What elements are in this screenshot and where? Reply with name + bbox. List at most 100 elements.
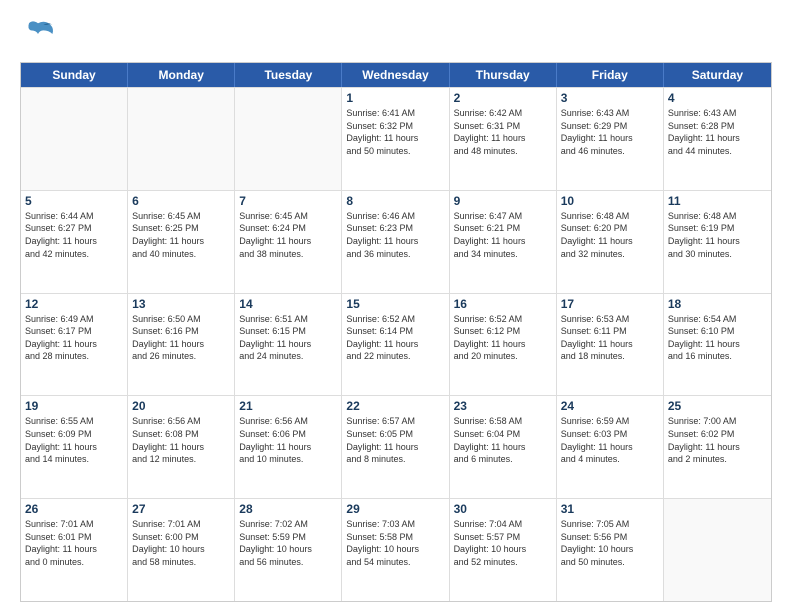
day-info: Sunrise: 6:46 AM Sunset: 6:23 PM Dayligh… <box>346 210 444 260</box>
day-number: 13 <box>132 297 230 311</box>
day-info: Sunrise: 7:04 AM Sunset: 5:57 PM Dayligh… <box>454 518 552 568</box>
day-cell-1: 1Sunrise: 6:41 AM Sunset: 6:32 PM Daylig… <box>342 88 449 190</box>
day-cell-2: 2Sunrise: 6:42 AM Sunset: 6:31 PM Daylig… <box>450 88 557 190</box>
day-cell-18: 18 Sunrise: 6:54 AM Sunset: 6:10 PM Dayli… <box>664 294 771 396</box>
day-number: 10 <box>561 194 659 208</box>
day-cell-28: 28 Sunrise: 7:02 AM Sunset: 5:59 PM Dayli… <box>235 499 342 601</box>
weekday-header-sunday: Sunday <box>21 63 128 87</box>
day-cell-9: 9 Sunrise: 6:47 AM Sunset: 6:21 PM Daylig… <box>450 191 557 293</box>
day-cell-4: 4 Sunrise: 6:43 AM Sunset: 6:28 PM Daylig… <box>664 88 771 190</box>
day-number: 2 <box>454 91 552 105</box>
day-cell-23: 23 Sunrise: 6:58 AM Sunset: 6:04 PM Dayli… <box>450 396 557 498</box>
day-cell-24: 24Sunrise: 6:59 AM Sunset: 6:03 PM Dayli… <box>557 396 664 498</box>
day-number: 9 <box>454 194 552 208</box>
week-row-2: 5Sunrise: 6:44 AM Sunset: 6:27 PM Daylig… <box>21 190 771 293</box>
day-info: Sunrise: 6:51 AM Sunset: 6:15 PM Dayligh… <box>239 313 337 363</box>
day-number: 5 <box>25 194 123 208</box>
day-number: 23 <box>454 399 552 413</box>
day-number: 29 <box>346 502 444 516</box>
day-number: 17 <box>561 297 659 311</box>
day-info: Sunrise: 6:52 AM Sunset: 6:14 PM Dayligh… <box>346 313 444 363</box>
day-cell-3: 3 Sunrise: 6:43 AM Sunset: 6:29 PM Daylig… <box>557 88 664 190</box>
day-cell-21: 21Sunrise: 6:56 AM Sunset: 6:06 PM Dayli… <box>235 396 342 498</box>
day-cell-13: 13 Sunrise: 6:50 AM Sunset: 6:16 PM Dayli… <box>128 294 235 396</box>
calendar-body: 1Sunrise: 6:41 AM Sunset: 6:32 PM Daylig… <box>21 87 771 601</box>
day-number: 14 <box>239 297 337 311</box>
day-info: Sunrise: 6:52 AM Sunset: 6:12 PM Dayligh… <box>454 313 552 363</box>
day-cell-29: 29 Sunrise: 7:03 AM Sunset: 5:58 PM Dayli… <box>342 499 449 601</box>
day-cell-25: 25 Sunrise: 7:00 AM Sunset: 6:02 PM Dayli… <box>664 396 771 498</box>
day-info: Sunrise: 6:56 AM Sunset: 6:08 PM Dayligh… <box>132 415 230 465</box>
weekday-header-monday: Monday <box>128 63 235 87</box>
calendar-header: SundayMondayTuesdayWednesdayThursdayFrid… <box>21 63 771 87</box>
week-row-3: 12 Sunrise: 6:49 AM Sunset: 6:17 PM Dayli… <box>21 293 771 396</box>
day-info: Sunrise: 6:48 AM Sunset: 6:19 PM Dayligh… <box>668 210 767 260</box>
day-number: 15 <box>346 297 444 311</box>
day-number: 12 <box>25 297 123 311</box>
day-number: 20 <box>132 399 230 413</box>
day-cell-empty <box>128 88 235 190</box>
day-info: Sunrise: 7:03 AM Sunset: 5:58 PM Dayligh… <box>346 518 444 568</box>
day-info: Sunrise: 7:05 AM Sunset: 5:56 PM Dayligh… <box>561 518 659 568</box>
day-number: 26 <box>25 502 123 516</box>
weekday-header-thursday: Thursday <box>450 63 557 87</box>
day-info: Sunrise: 6:43 AM Sunset: 6:29 PM Dayligh… <box>561 107 659 157</box>
day-info: Sunrise: 6:54 AM Sunset: 6:10 PM Dayligh… <box>668 313 767 363</box>
day-number: 4 <box>668 91 767 105</box>
day-number: 3 <box>561 91 659 105</box>
day-number: 19 <box>25 399 123 413</box>
day-info: Sunrise: 6:47 AM Sunset: 6:21 PM Dayligh… <box>454 210 552 260</box>
day-number: 11 <box>668 194 767 208</box>
weekday-header-tuesday: Tuesday <box>235 63 342 87</box>
header <box>20 16 772 52</box>
page: SundayMondayTuesdayWednesdayThursdayFrid… <box>0 0 792 612</box>
day-info: Sunrise: 6:50 AM Sunset: 6:16 PM Dayligh… <box>132 313 230 363</box>
day-info: Sunrise: 7:01 AM Sunset: 6:00 PM Dayligh… <box>132 518 230 568</box>
day-info: Sunrise: 6:45 AM Sunset: 6:25 PM Dayligh… <box>132 210 230 260</box>
day-cell-27: 27 Sunrise: 7:01 AM Sunset: 6:00 PM Dayli… <box>128 499 235 601</box>
day-number: 16 <box>454 297 552 311</box>
day-number: 18 <box>668 297 767 311</box>
day-number: 31 <box>561 502 659 516</box>
day-cell-20: 20 Sunrise: 6:56 AM Sunset: 6:08 PM Dayli… <box>128 396 235 498</box>
day-number: 6 <box>132 194 230 208</box>
day-cell-empty <box>235 88 342 190</box>
day-info: Sunrise: 6:41 AM Sunset: 6:32 PM Dayligh… <box>346 107 444 157</box>
day-info: Sunrise: 7:00 AM Sunset: 6:02 PM Dayligh… <box>668 415 767 465</box>
day-cell-empty <box>21 88 128 190</box>
day-number: 25 <box>668 399 767 413</box>
day-info: Sunrise: 6:49 AM Sunset: 6:17 PM Dayligh… <box>25 313 123 363</box>
day-info: Sunrise: 6:53 AM Sunset: 6:11 PM Dayligh… <box>561 313 659 363</box>
day-cell-15: 15 Sunrise: 6:52 AM Sunset: 6:14 PM Dayli… <box>342 294 449 396</box>
day-info: Sunrise: 7:01 AM Sunset: 6:01 PM Dayligh… <box>25 518 123 568</box>
day-cell-17: 17 Sunrise: 6:53 AM Sunset: 6:11 PM Dayli… <box>557 294 664 396</box>
day-info: Sunrise: 6:43 AM Sunset: 6:28 PM Dayligh… <box>668 107 767 157</box>
week-row-1: 1Sunrise: 6:41 AM Sunset: 6:32 PM Daylig… <box>21 87 771 190</box>
day-info: Sunrise: 7:02 AM Sunset: 5:59 PM Dayligh… <box>239 518 337 568</box>
day-info: Sunrise: 6:56 AM Sunset: 6:06 PM Dayligh… <box>239 415 337 465</box>
day-number: 7 <box>239 194 337 208</box>
day-info: Sunrise: 6:55 AM Sunset: 6:09 PM Dayligh… <box>25 415 123 465</box>
day-info: Sunrise: 6:59 AM Sunset: 6:03 PM Dayligh… <box>561 415 659 465</box>
day-info: Sunrise: 6:48 AM Sunset: 6:20 PM Dayligh… <box>561 210 659 260</box>
day-cell-14: 14 Sunrise: 6:51 AM Sunset: 6:15 PM Dayli… <box>235 294 342 396</box>
day-cell-12: 12 Sunrise: 6:49 AM Sunset: 6:17 PM Dayli… <box>21 294 128 396</box>
logo <box>20 16 60 52</box>
day-cell-6: 6 Sunrise: 6:45 AM Sunset: 6:25 PM Daylig… <box>128 191 235 293</box>
day-number: 28 <box>239 502 337 516</box>
day-cell-22: 22 Sunrise: 6:57 AM Sunset: 6:05 PM Dayli… <box>342 396 449 498</box>
day-number: 27 <box>132 502 230 516</box>
calendar: SundayMondayTuesdayWednesdayThursdayFrid… <box>20 62 772 602</box>
day-cell-10: 10 Sunrise: 6:48 AM Sunset: 6:20 PM Dayli… <box>557 191 664 293</box>
day-cell-11: 11 Sunrise: 6:48 AM Sunset: 6:19 PM Dayli… <box>664 191 771 293</box>
day-number: 22 <box>346 399 444 413</box>
day-info: Sunrise: 6:45 AM Sunset: 6:24 PM Dayligh… <box>239 210 337 260</box>
day-info: Sunrise: 6:57 AM Sunset: 6:05 PM Dayligh… <box>346 415 444 465</box>
day-number: 30 <box>454 502 552 516</box>
day-cell-16: 16 Sunrise: 6:52 AM Sunset: 6:12 PM Dayli… <box>450 294 557 396</box>
day-info: Sunrise: 6:58 AM Sunset: 6:04 PM Dayligh… <box>454 415 552 465</box>
day-number: 8 <box>346 194 444 208</box>
logo-icon <box>20 16 56 52</box>
day-cell-31: 31 Sunrise: 7:05 AM Sunset: 5:56 PM Dayli… <box>557 499 664 601</box>
day-cell-26: 26 Sunrise: 7:01 AM Sunset: 6:01 PM Dayli… <box>21 499 128 601</box>
